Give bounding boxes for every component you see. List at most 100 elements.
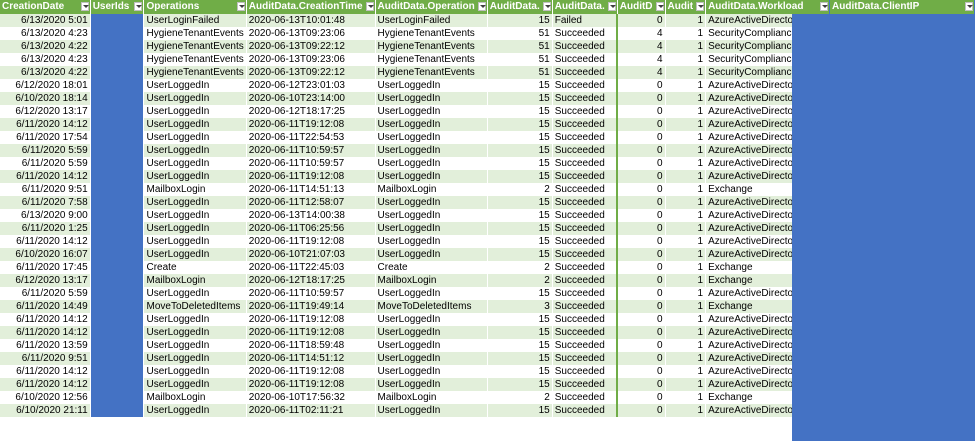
table-cell[interactable]: 2 (487, 274, 553, 287)
filter-dropdown-icon[interactable] (965, 2, 973, 11)
table-cell[interactable]: 6/11/2020 9:51 (0, 183, 91, 196)
table-cell[interactable]: UserLoggedIn (375, 157, 488, 170)
table-cell[interactable]: 0 (617, 261, 666, 274)
filter-dropdown-icon[interactable] (236, 2, 245, 11)
table-cell[interactable]: HygieneTenantEvents (375, 27, 488, 40)
table-cell[interactable]: 2020-06-13T09:22:12 (246, 40, 376, 53)
table-cell[interactable]: 0 (617, 326, 666, 339)
table-cell[interactable]: Succeeded (552, 352, 619, 365)
table-cell[interactable]: UserLoggedIn (143, 196, 247, 209)
table-cell[interactable]: 3 (487, 300, 553, 313)
table-cell[interactable] (90, 339, 145, 352)
table-cell[interactable]: Failed (552, 14, 619, 27)
table-cell[interactable]: 15 (487, 248, 553, 261)
table-cell[interactable]: 6/13/2020 4:23 (0, 53, 91, 66)
table-cell[interactable] (90, 287, 145, 300)
table-cell[interactable]: UserLoggedIn (143, 157, 247, 170)
table-cell[interactable]: 1 (665, 170, 707, 183)
table-cell[interactable]: 0 (617, 170, 666, 183)
table-cell[interactable]: UserLoggedIn (375, 118, 488, 131)
table-cell[interactable]: 6/11/2020 17:54 (0, 131, 91, 144)
table-cell[interactable]: 4 (617, 27, 666, 40)
table-cell[interactable] (90, 118, 145, 131)
table-cell[interactable]: 0 (617, 404, 666, 417)
table-cell[interactable]: Create (375, 261, 488, 274)
table-cell[interactable]: 15 (487, 352, 553, 365)
table-cell[interactable]: 15 (487, 339, 553, 352)
table-cell[interactable]: 1 (665, 300, 707, 313)
table-cell[interactable]: Succeeded (552, 79, 619, 92)
table-cell[interactable]: 6/10/2020 16:07 (0, 248, 91, 261)
table-cell[interactable]: 0 (617, 352, 666, 365)
table-cell[interactable]: 1 (665, 66, 707, 79)
table-cell[interactable]: Succeeded (552, 144, 619, 157)
table-cell[interactable]: UserLoggedIn (375, 170, 488, 183)
table-cell[interactable]: UserLoggedIn (375, 248, 488, 261)
table-cell[interactable] (90, 196, 145, 209)
table-cell[interactable]: 2020-06-11T19:12:08 (246, 170, 376, 183)
table-cell[interactable]: 15 (487, 222, 553, 235)
table-cell[interactable]: UserLoggedIn (375, 404, 488, 417)
table-cell[interactable]: 6/10/2020 18:14 (0, 92, 91, 105)
table-cell[interactable]: 6/11/2020 14:12 (0, 378, 91, 391)
table-cell[interactable] (90, 105, 145, 118)
table-cell[interactable]: 1 (665, 79, 707, 92)
table-cell[interactable]: 0 (617, 157, 666, 170)
column-header[interactable]: Operations (143, 0, 247, 14)
table-cell[interactable]: 1 (665, 222, 707, 235)
table-cell[interactable]: 2020-06-11T19:12:08 (246, 326, 376, 339)
table-cell[interactable]: 15 (487, 313, 553, 326)
table-cell[interactable]: Succeeded (552, 92, 619, 105)
table-cell[interactable]: 6/12/2020 13:17 (0, 274, 91, 287)
table-cell[interactable]: 0 (617, 79, 666, 92)
table-cell[interactable]: 0 (617, 196, 666, 209)
table-cell[interactable]: UserLoginFailed (143, 14, 247, 27)
table-cell[interactable]: Succeeded (552, 274, 619, 287)
table-cell[interactable]: Succeeded (552, 300, 619, 313)
table-cell[interactable]: 0 (617, 391, 666, 404)
table-cell[interactable]: 6/11/2020 14:12 (0, 365, 91, 378)
table-cell[interactable] (90, 14, 145, 27)
table-cell[interactable]: 1 (665, 144, 707, 157)
column-header[interactable]: AuditData. (552, 0, 618, 14)
table-cell[interactable] (90, 222, 145, 235)
column-header[interactable]: AuditData.CreationTime (246, 0, 376, 14)
table-cell[interactable]: HygieneTenantEvents (375, 53, 488, 66)
table-cell[interactable]: UserLoginFailed (375, 14, 488, 27)
table-cell[interactable]: UserLoggedIn (143, 170, 247, 183)
table-cell[interactable]: 6/11/2020 14:12 (0, 170, 91, 183)
table-cell[interactable] (90, 378, 145, 391)
table-cell[interactable]: 1 (665, 274, 707, 287)
table-cell[interactable]: 2020-06-11T10:59:57 (246, 144, 376, 157)
table-cell[interactable]: 15 (487, 196, 553, 209)
filter-dropdown-icon[interactable] (134, 2, 143, 11)
table-cell[interactable]: UserLoggedIn (375, 326, 488, 339)
table-cell[interactable]: 6/13/2020 9:00 (0, 209, 91, 222)
table-cell[interactable]: 15 (487, 131, 553, 144)
table-cell[interactable]: 6/11/2020 14:12 (0, 313, 91, 326)
table-cell[interactable]: Succeeded (552, 365, 619, 378)
table-cell[interactable]: 2020-06-10T21:07:03 (246, 248, 376, 261)
table-cell[interactable] (90, 365, 145, 378)
table-cell[interactable] (90, 352, 145, 365)
table-cell[interactable]: 1 (665, 27, 707, 40)
table-cell[interactable]: 6/13/2020 5:01 (0, 14, 91, 27)
table-cell[interactable]: Succeeded (552, 235, 619, 248)
table-cell[interactable]: 2020-06-11T19:12:08 (246, 378, 376, 391)
table-cell[interactable]: 1 (665, 326, 707, 339)
table-cell[interactable]: 2020-06-13T09:23:06 (246, 53, 376, 66)
table-cell[interactable] (90, 391, 145, 404)
table-cell[interactable]: UserLoggedIn (375, 352, 488, 365)
table-cell[interactable]: 51 (487, 53, 553, 66)
table-cell[interactable]: 0 (617, 144, 666, 157)
table-cell[interactable]: 6/13/2020 4:22 (0, 40, 91, 53)
filter-dropdown-icon[interactable] (696, 2, 705, 11)
table-cell[interactable]: 0 (617, 300, 666, 313)
table-cell[interactable]: 6/11/2020 17:45 (0, 261, 91, 274)
table-cell[interactable]: 1 (665, 313, 707, 326)
table-cell[interactable]: Succeeded (552, 313, 619, 326)
table-cell[interactable]: Succeeded (552, 209, 619, 222)
table-cell[interactable]: UserLoggedIn (143, 79, 247, 92)
table-cell[interactable]: 2020-06-11T19:12:08 (246, 235, 376, 248)
table-cell[interactable]: 51 (487, 40, 553, 53)
